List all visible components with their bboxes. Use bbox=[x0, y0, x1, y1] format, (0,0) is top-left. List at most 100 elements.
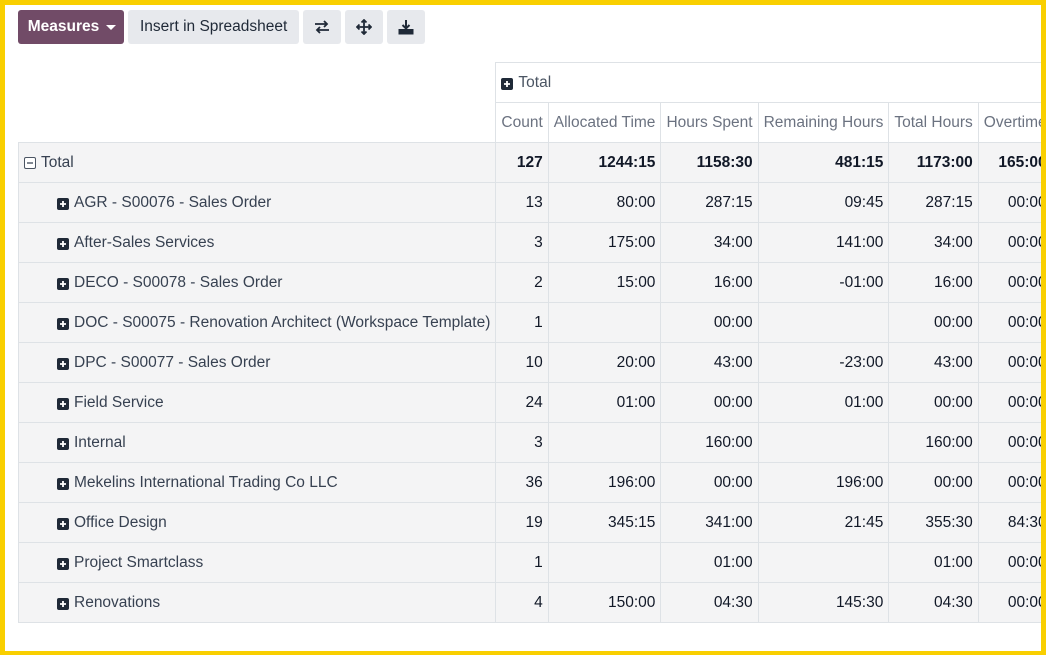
cell-count[interactable]: 2 bbox=[495, 262, 549, 303]
measure-header-hours-spent[interactable]: Hours Spent bbox=[660, 102, 759, 143]
cell-overtime[interactable]: 00:00 bbox=[977, 462, 1041, 503]
measures-dropdown-button[interactable]: Measures bbox=[18, 10, 124, 44]
cell-total-hours[interactable]: 00:00 bbox=[888, 462, 979, 503]
cell-remaining-hours[interactable]: -23:00 bbox=[757, 342, 890, 383]
cell-hours-spent[interactable]: 160:00 bbox=[660, 422, 759, 463]
cell-remaining-hours[interactable] bbox=[757, 542, 890, 583]
cell-hours-spent[interactable]: 00:00 bbox=[660, 302, 759, 343]
cell-hours-spent[interactable]: 1158:30 bbox=[660, 142, 759, 183]
cell-overtime[interactable]: 00:00 bbox=[977, 382, 1041, 423]
cell-count[interactable]: 3 bbox=[495, 222, 549, 263]
cell-total-hours[interactable]: 16:00 bbox=[888, 262, 979, 303]
cell-hours-spent[interactable]: 00:00 bbox=[660, 462, 759, 503]
row-header[interactable]: DPC - S00077 - Sales Order bbox=[17, 342, 497, 383]
cell-count[interactable]: 4 bbox=[495, 582, 549, 623]
cell-total-hours[interactable]: 355:30 bbox=[888, 502, 979, 543]
row-header[interactable]: DECO - S00078 - Sales Order bbox=[17, 262, 497, 303]
cell-allocated-time[interactable]: 150:00 bbox=[547, 582, 662, 623]
cell-hours-spent[interactable]: 04:30 bbox=[660, 582, 759, 623]
cell-count[interactable]: 36 bbox=[495, 462, 549, 503]
cell-allocated-time[interactable]: 80:00 bbox=[547, 182, 662, 223]
row-header-total[interactable]: Total bbox=[17, 142, 497, 183]
measure-header-total-hours[interactable]: Total Hours bbox=[888, 102, 979, 143]
cell-allocated-time[interactable]: 196:00 bbox=[547, 462, 662, 503]
measure-header-overtime[interactable]: Overtime bbox=[977, 102, 1041, 143]
cell-remaining-hours[interactable]: 21:45 bbox=[757, 502, 890, 543]
flip-axis-button[interactable] bbox=[303, 10, 342, 44]
cell-total-hours[interactable]: 160:00 bbox=[888, 422, 979, 463]
cell-allocated-time[interactable] bbox=[547, 302, 662, 343]
cell-allocated-time[interactable]: 1244:15 bbox=[547, 142, 662, 183]
cell-allocated-time[interactable]: 01:00 bbox=[547, 382, 662, 423]
cell-remaining-hours[interactable]: 09:45 bbox=[757, 182, 890, 223]
row-header[interactable]: Field Service bbox=[17, 382, 497, 423]
cell-allocated-time[interactable]: 15:00 bbox=[547, 262, 662, 303]
cell-total-hours[interactable]: 1173:00 bbox=[888, 142, 979, 183]
cell-remaining-hours[interactable]: -01:00 bbox=[757, 262, 890, 303]
measure-header-count[interactable]: Count bbox=[495, 102, 549, 143]
cell-allocated-time[interactable]: 345:15 bbox=[547, 502, 662, 543]
measure-header-allocated-time[interactable]: Allocated Time bbox=[547, 102, 662, 143]
row-header[interactable]: Mekelins International Trading Co LLC bbox=[17, 462, 497, 503]
cell-overtime[interactable]: 165:00 bbox=[977, 142, 1041, 183]
cell-hours-spent[interactable]: 43:00 bbox=[660, 342, 759, 383]
cell-remaining-hours[interactable]: 481:15 bbox=[757, 142, 890, 183]
pivot-view: Measures Insert in Spreadsheet Total Cou… bbox=[0, 0, 1046, 655]
cell-total-hours[interactable]: 34:00 bbox=[888, 222, 979, 263]
cell-remaining-hours[interactable] bbox=[757, 302, 890, 343]
cell-overtime[interactable]: 00:00 bbox=[977, 342, 1041, 383]
cell-hours-spent[interactable]: 01:00 bbox=[660, 542, 759, 583]
cell-hours-spent[interactable]: 00:00 bbox=[660, 382, 759, 423]
cell-remaining-hours[interactable]: 141:00 bbox=[757, 222, 890, 263]
cell-overtime[interactable]: 84:30 bbox=[977, 502, 1041, 543]
cell-count[interactable]: 1 bbox=[495, 302, 549, 343]
expand-plus-icon bbox=[57, 517, 69, 530]
cell-remaining-hours[interactable]: 145:30 bbox=[757, 582, 890, 623]
cell-remaining-hours[interactable] bbox=[757, 422, 890, 463]
col-group-header-total[interactable]: Total bbox=[495, 62, 1041, 103]
measure-header-remaining-hours[interactable]: Remaining Hours bbox=[757, 102, 890, 143]
table-row: Project Smartclass 1 01:00 01:00 00:00 bbox=[17, 542, 1041, 583]
cell-count[interactable]: 19 bbox=[495, 502, 549, 543]
cell-count[interactable]: 127 bbox=[495, 142, 549, 183]
cell-total-hours[interactable]: 04:30 bbox=[888, 582, 979, 623]
row-header[interactable]: Office Design bbox=[17, 502, 497, 543]
cell-count[interactable]: 1 bbox=[495, 542, 549, 583]
insert-in-spreadsheet-button[interactable]: Insert in Spreadsheet bbox=[128, 10, 300, 44]
cell-overtime[interactable]: 00:00 bbox=[977, 302, 1041, 343]
cell-overtime[interactable]: 00:00 bbox=[977, 422, 1041, 463]
row-header[interactable]: After-Sales Services bbox=[17, 222, 497, 263]
cell-overtime[interactable]: 00:00 bbox=[977, 222, 1041, 263]
cell-total-hours[interactable]: 00:00 bbox=[888, 382, 979, 423]
row-header[interactable]: DOC - S00075 - Renovation Architect (Wor… bbox=[17, 302, 497, 343]
cell-hours-spent[interactable]: 16:00 bbox=[660, 262, 759, 303]
cell-hours-spent[interactable]: 341:00 bbox=[660, 502, 759, 543]
cell-remaining-hours[interactable]: 196:00 bbox=[757, 462, 890, 503]
cell-count[interactable]: 13 bbox=[495, 182, 549, 223]
cell-total-hours[interactable]: 287:15 bbox=[888, 182, 979, 223]
cell-overtime[interactable]: 00:00 bbox=[977, 182, 1041, 223]
pivot-corner bbox=[18, 62, 496, 103]
cell-allocated-time[interactable] bbox=[547, 422, 662, 463]
cell-total-hours[interactable]: 01:00 bbox=[888, 542, 979, 583]
cell-allocated-time[interactable]: 20:00 bbox=[547, 342, 662, 383]
download-xlsx-button[interactable] bbox=[387, 10, 426, 44]
row-header[interactable]: Project Smartclass bbox=[17, 542, 497, 583]
expand-all-button[interactable] bbox=[345, 10, 384, 44]
cell-remaining-hours[interactable]: 01:00 bbox=[757, 382, 890, 423]
cell-overtime[interactable]: 00:00 bbox=[977, 542, 1041, 583]
row-header[interactable]: AGR - S00076 - Sales Order bbox=[17, 182, 497, 223]
cell-hours-spent[interactable]: 34:00 bbox=[660, 222, 759, 263]
cell-allocated-time[interactable] bbox=[547, 542, 662, 583]
cell-total-hours[interactable]: 00:00 bbox=[888, 302, 979, 343]
cell-count[interactable]: 10 bbox=[495, 342, 549, 383]
row-header[interactable]: Internal bbox=[17, 422, 497, 463]
row-header[interactable]: Renovations bbox=[17, 582, 497, 623]
cell-allocated-time[interactable]: 175:00 bbox=[547, 222, 662, 263]
cell-total-hours[interactable]: 43:00 bbox=[888, 342, 979, 383]
cell-overtime[interactable]: 00:00 bbox=[977, 582, 1041, 623]
cell-count[interactable]: 24 bbox=[495, 382, 549, 423]
cell-count[interactable]: 3 bbox=[495, 422, 549, 463]
cell-hours-spent[interactable]: 287:15 bbox=[660, 182, 759, 223]
cell-overtime[interactable]: 00:00 bbox=[977, 262, 1041, 303]
